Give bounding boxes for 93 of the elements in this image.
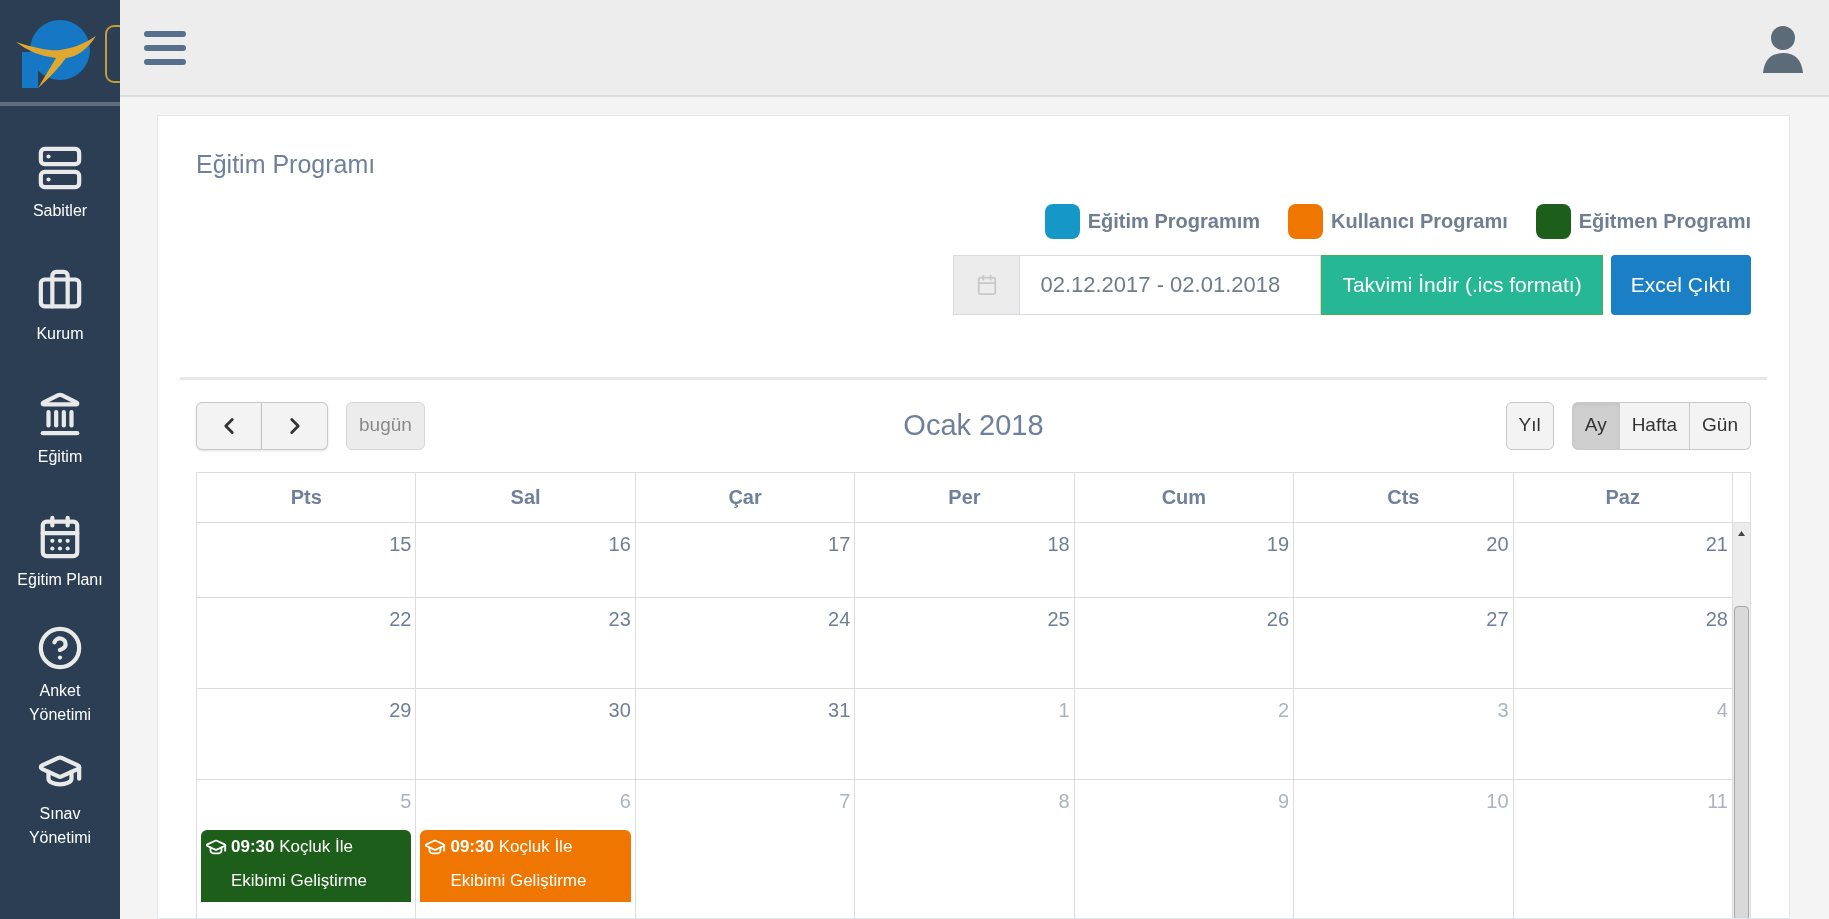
next-button[interactable] <box>262 401 328 450</box>
scroll-up-arrow-icon <box>1738 530 1745 536</box>
day-number: 16 <box>608 531 631 557</box>
calendar-download-button[interactable]: Takvimi İndir (.ics formatı) <box>1321 254 1603 315</box>
day-number: 30 <box>608 697 631 723</box>
day-number: 10 <box>1486 788 1509 814</box>
year-view-button[interactable]: Yıl <box>1505 401 1554 450</box>
event-text: 09:30 Koçluk İle Ekibimi Geliştirme <box>230 835 369 892</box>
day-cell[interactable]: 15 <box>197 522 417 597</box>
day-cell[interactable]: 24 <box>635 597 856 688</box>
day-number: 5 <box>400 788 412 814</box>
day-number: 7 <box>839 788 851 814</box>
day-number: 26 <box>1266 606 1290 632</box>
page-title: Eğitim Programı <box>195 149 377 180</box>
day-number: 19 <box>1266 531 1290 557</box>
sidebar-item[interactable]: Sabitler <box>0 122 120 245</box>
day-cell[interactable]: 4 <box>1513 688 1733 779</box>
day-number: 18 <box>1047 531 1070 557</box>
day-cell[interactable]: 5 09:30 Koçluk İle Ekibimi Geliştirme <box>197 779 417 918</box>
day-cell[interactable]: 2 <box>1074 688 1295 779</box>
weekday-header: Cts <box>1294 472 1514 522</box>
day-number: 29 <box>389 697 412 723</box>
calendar-icon <box>975 273 998 296</box>
day-cell[interactable]: 21 <box>1513 522 1733 597</box>
weekday-header: Çar <box>635 472 856 522</box>
scrollbar-thumb[interactable] <box>1734 605 1749 918</box>
day-cell[interactable]: 31 <box>635 688 856 779</box>
date-range-picker[interactable]: 02.12.2017 - 02.01.2018 <box>953 254 1322 315</box>
day-number: 24 <box>828 606 851 632</box>
day-cell[interactable]: 8 <box>855 779 1075 918</box>
day-number: 20 <box>1486 531 1509 557</box>
day-cell[interactable]: 27 <box>1294 597 1514 688</box>
view-tab[interactable]: Hafta <box>1619 401 1691 450</box>
day-number: 8 <box>1058 788 1070 814</box>
day-number: 2 <box>1278 697 1290 723</box>
day-number: 31 <box>828 697 851 723</box>
weekday-header: Pts <box>197 472 417 522</box>
day-cell[interactable]: 9 <box>1074 779 1295 918</box>
day-cell[interactable]: 3 <box>1294 688 1514 779</box>
legend-label: Eğitmen Programı <box>1578 209 1751 234</box>
day-cell[interactable]: 28 <box>1513 597 1733 688</box>
day-number: 1 <box>1058 697 1070 723</box>
day-cell[interactable]: 6 09:30 Koçluk İle Ekibimi Geliştirme <box>416 779 636 918</box>
day-cell[interactable]: 10 <box>1294 779 1514 918</box>
weekday-header: Per <box>855 472 1075 522</box>
weekday-header: Cum <box>1074 472 1295 522</box>
menu-icon[interactable] <box>144 30 186 65</box>
calendar-title: Ocak 2018 <box>903 407 1044 443</box>
day-cell[interactable]: 22 <box>197 597 417 688</box>
excel-export-button[interactable]: Excel Çıktı <box>1610 254 1751 315</box>
day-cell[interactable]: 30 <box>416 688 636 779</box>
day-cell[interactable]: 1 <box>855 688 1075 779</box>
sidebar-item[interactable]: Kurum <box>0 245 120 368</box>
day-cell[interactable]: 17 <box>635 522 856 597</box>
day-number: 6 <box>619 788 631 814</box>
day-number: 15 <box>389 531 412 557</box>
legend-label: Eğitim Programım <box>1087 209 1260 234</box>
day-cell[interactable]: 18 <box>855 522 1075 597</box>
day-number: 28 <box>1705 606 1728 632</box>
day-number: 23 <box>608 606 631 632</box>
calendar-event[interactable]: 09:30 Koçluk İle Ekibimi Geliştirme <box>420 829 631 902</box>
legend-label: Kullanıcı Programı <box>1331 209 1508 234</box>
day-number: 4 <box>1716 697 1728 723</box>
calendar-event[interactable]: 09:30 Koçluk İle Ekibimi Geliştirme <box>201 829 412 902</box>
day-number: 3 <box>1497 697 1509 723</box>
day-number: 9 <box>1278 788 1290 814</box>
day-cell[interactable]: 7 <box>635 779 856 918</box>
day-cell[interactable]: 29 <box>197 688 417 779</box>
day-cell[interactable]: 20 <box>1294 522 1514 597</box>
view-tab[interactable]: Gün <box>1690 401 1751 450</box>
day-cell[interactable]: 25 <box>855 597 1075 688</box>
day-cell[interactable]: 23 <box>416 597 636 688</box>
sidebar-item[interactable]: Anket Yönetimi <box>0 614 120 737</box>
sidebar-item[interactable]: Eğitim <box>0 368 120 491</box>
server-stack-icon <box>37 144 83 191</box>
weekday-header: Sal <box>416 472 636 522</box>
day-number: 17 <box>828 531 851 557</box>
event-text: 09:30 Koçluk İle Ekibimi Geliştirme <box>449 835 588 892</box>
day-number: 22 <box>389 606 412 632</box>
day-cell[interactable]: 11 <box>1513 779 1733 918</box>
question-circle-icon <box>37 624 83 671</box>
day-number: 25 <box>1047 606 1070 632</box>
day-number: 21 <box>1705 531 1728 557</box>
weekday-header: Paz <box>1513 472 1733 522</box>
previous-button[interactable] <box>196 401 262 450</box>
view-tab[interactable]: Ay <box>1571 401 1620 450</box>
sidebar-item[interactable]: Eğitim Planı <box>0 491 120 614</box>
day-cell[interactable]: 16 <box>416 522 636 597</box>
day-number: 11 <box>1707 788 1728 814</box>
day-number: 27 <box>1486 606 1509 632</box>
day-cell[interactable]: 26 <box>1074 597 1295 688</box>
sidebar-item[interactable]: Sınav Yönetimi <box>0 737 120 860</box>
day-cell[interactable]: 19 <box>1074 522 1295 597</box>
